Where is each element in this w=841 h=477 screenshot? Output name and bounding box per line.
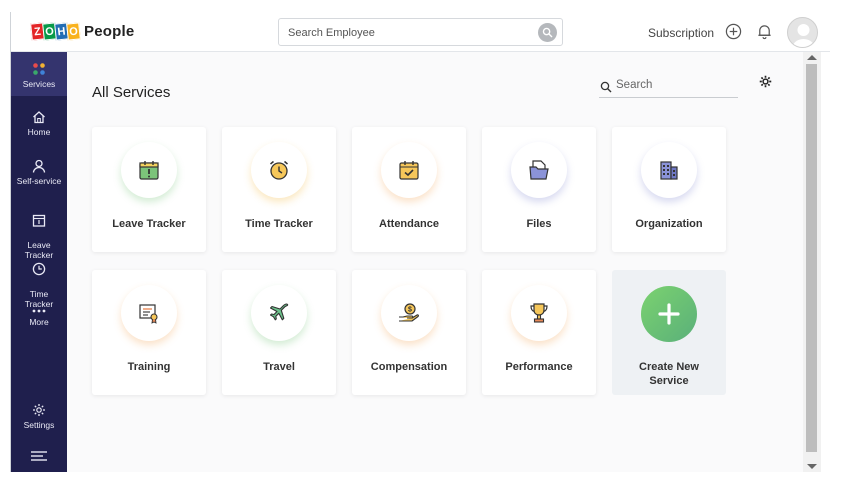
vertical-scrollbar[interactable] [803, 52, 821, 472]
service-label: Compensation [370, 361, 448, 373]
service-card-files[interactable]: Files [482, 127, 596, 252]
service-label: Travel [263, 361, 295, 373]
zoho-badge: Z O H O [30, 22, 81, 41]
service-card-attendance[interactable]: Attendance [352, 127, 466, 252]
user-icon [32, 159, 46, 173]
more-dots-icon [32, 309, 46, 313]
service-search-input[interactable]: Search [599, 77, 738, 98]
sidebar-item-more[interactable]: More [11, 308, 67, 327]
service-label: Files [526, 218, 552, 230]
service-icon-circle [121, 285, 177, 341]
service-icon-circle: $ [381, 285, 437, 341]
service-card-training[interactable]: Training [92, 270, 206, 395]
organization-icon [660, 161, 678, 180]
scroll-down-arrow-icon[interactable] [807, 464, 817, 469]
sidebar: Services Home Self-service Leave Tracker [11, 52, 67, 472]
service-label: Organization [635, 218, 703, 230]
service-card-time-tracker[interactable]: Time Tracker [222, 127, 336, 252]
service-icon-circle [511, 285, 567, 341]
hamburger-menu-icon [31, 451, 47, 461]
employee-search-input[interactable]: Search Employee [278, 18, 563, 46]
training-icon [139, 304, 158, 324]
sidebar-item-time-tracker[interactable]: Time Tracker [11, 252, 67, 309]
service-label: Training [127, 361, 171, 373]
service-icon-circle [641, 142, 697, 198]
service-label: Performance [505, 361, 573, 373]
sidebar-label: Settings [23, 420, 55, 430]
user-silhouette-icon [792, 24, 815, 47]
service-card-performance[interactable]: Performance [482, 270, 596, 395]
sidebar-collapse-toggle[interactable] [11, 450, 67, 464]
sidebar-item-settings[interactable]: Settings [11, 403, 67, 430]
top-bar: Z O H O People Search Employee Subscript… [11, 12, 830, 52]
sidebar-label: Home [27, 127, 51, 137]
leave-tracker-icon [139, 161, 159, 180]
service-card-organization[interactable]: Organization [612, 127, 726, 252]
service-label: Time Tracker [245, 218, 313, 230]
service-icon-circle [251, 285, 307, 341]
search-button[interactable] [538, 23, 557, 42]
zoho-people-logo[interactable]: Z O H O People [30, 22, 135, 41]
sidebar-label: Services [22, 79, 56, 89]
sidebar-label: Self-service [16, 176, 62, 186]
app-window: Z O H O People Search Employee Subscript… [10, 12, 830, 472]
service-icon-circle [251, 142, 307, 198]
search-icon [542, 27, 553, 38]
service-label: Leave Tracker [112, 218, 186, 230]
page-title: All Services [92, 84, 171, 101]
app-name: People [84, 23, 135, 40]
sidebar-item-self-service[interactable]: Self-service [11, 159, 67, 186]
calendar-icon [32, 214, 46, 227]
service-label: Create New Service [639, 361, 699, 387]
user-avatar[interactable] [787, 17, 818, 48]
attendance-icon [399, 161, 419, 180]
sidebar-item-home[interactable]: Home [11, 110, 67, 137]
service-card-travel[interactable]: Travel [222, 270, 336, 395]
scrollbar-thumb[interactable] [806, 64, 817, 452]
compensation-icon: $ [399, 303, 419, 322]
clock-icon [32, 262, 46, 276]
airplane-icon [269, 303, 289, 321]
service-card-compensation[interactable]: $ Compensation [352, 270, 466, 395]
services-dots-icon [33, 63, 45, 75]
service-icon-circle [511, 142, 567, 198]
service-card-leave-tracker[interactable]: Leave Tracker [92, 127, 206, 252]
search-icon [600, 81, 612, 93]
main-content: All Services Search Leave Tracker Time T… [67, 52, 803, 472]
sidebar-label: Time Tracker [24, 289, 54, 309]
gear-icon[interactable] [759, 75, 772, 88]
service-label: Attendance [379, 218, 439, 230]
logo-letter: O [66, 22, 81, 41]
sidebar-item-services[interactable]: Services [11, 52, 67, 96]
home-icon [33, 111, 45, 124]
plus-icon [658, 303, 680, 325]
svg-text:$: $ [408, 307, 412, 314]
bell-icon[interactable] [756, 23, 773, 40]
trophy-icon [530, 303, 548, 323]
service-icon-circle [121, 142, 177, 198]
create-service-button[interactable] [641, 286, 697, 342]
scroll-up-arrow-icon[interactable] [807, 55, 817, 60]
gear-icon [33, 404, 45, 416]
files-icon [529, 160, 549, 180]
search-placeholder: Search Employee [288, 27, 375, 39]
subscription-link[interactable]: Subscription [648, 26, 714, 40]
sidebar-label: More [29, 317, 49, 327]
search-placeholder: Search [616, 79, 653, 91]
create-new-service-card[interactable]: Create New Service [612, 270, 726, 395]
add-circle-icon[interactable] [725, 23, 742, 40]
alarm-clock-icon [270, 160, 288, 180]
service-icon-circle [381, 142, 437, 198]
